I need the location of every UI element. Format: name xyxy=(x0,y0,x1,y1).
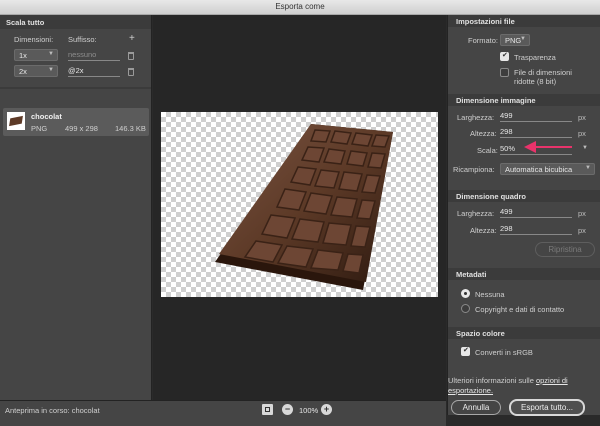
color-space-header: Spazio colore xyxy=(448,327,600,339)
asset-item-chocolat[interactable]: chocolat PNG 499 x 298 146.3 KB xyxy=(3,108,149,136)
metadata-header: Metadati xyxy=(448,268,600,280)
scale-select-2[interactable]: 2x ▼ xyxy=(14,65,58,77)
canvas-width-value: 499 xyxy=(500,207,513,216)
chevron-down-icon: ▼ xyxy=(520,36,526,42)
canvas-width-field[interactable]: 499 xyxy=(500,207,572,218)
reset-button[interactable]: Ripristina xyxy=(535,242,595,257)
preview-area xyxy=(153,15,446,400)
zoom-out-icon[interactable]: − xyxy=(282,404,293,415)
delete-scale-2-icon[interactable] xyxy=(128,68,134,76)
small-file-label-2: ridotte (8 bit) xyxy=(514,77,557,86)
chevron-down-icon: ▼ xyxy=(585,165,591,171)
format-select[interactable]: PNG ▼ xyxy=(500,34,530,46)
left-panel: Scala tutto Dimensioni: Suffisso: + 1x ▼… xyxy=(0,15,152,415)
chocolate-bar-image xyxy=(215,124,393,290)
canvas-height-field[interactable]: 298 xyxy=(500,224,572,235)
footer-bar: Anteprima in corso: chocolat − 100% + xyxy=(0,400,446,426)
scale-select-1-value: 1x xyxy=(19,51,27,60)
canvas-width-unit: px xyxy=(578,209,586,218)
metadata-copyright-radio[interactable] xyxy=(461,304,470,313)
title-bar: Esporta come xyxy=(0,0,600,15)
scale-label: Scala: xyxy=(477,146,498,155)
preview-label: Anteprima in corso: chocolat xyxy=(5,406,100,415)
image-size-header: Dimensione immagine xyxy=(448,94,600,106)
preview-canvas[interactable] xyxy=(161,112,438,297)
suffix-field-2[interactable]: @2x xyxy=(68,66,120,77)
dimensions-header: Dimensioni: xyxy=(14,35,54,44)
resample-select-value: Automatica bicubica xyxy=(505,165,573,174)
format-label: Formato: xyxy=(468,36,499,45)
chevron-down-icon: ▼ xyxy=(48,67,54,73)
scale-select-1[interactable]: 1x ▼ xyxy=(14,49,58,61)
suffix-field-1-placeholder: nessuno xyxy=(68,50,97,59)
preview-label-text: Anteprima in corso: xyxy=(5,406,70,415)
export-options-link-part2[interactable]: esportazione. xyxy=(448,386,493,395)
asset-thumbnail xyxy=(7,112,25,130)
more-info-prefix: Ulteriori informazioni sulle xyxy=(448,376,534,385)
suffix-field-2-value: @2x xyxy=(68,66,84,75)
resample-select[interactable]: Automatica bicubica ▼ xyxy=(500,163,595,175)
suffix-field-1[interactable]: nessuno xyxy=(68,50,120,61)
suffix-header: Suffisso: xyxy=(68,35,97,44)
metadata-none-label: Nessuna xyxy=(475,290,505,299)
transparency-checkbox[interactable] xyxy=(500,51,509,61)
zoom-level: 100% xyxy=(299,406,319,415)
canvas-size-header: Dimensione quadro xyxy=(448,190,600,202)
metadata-copyright-label: Copyright e dati di contatto xyxy=(475,305,565,314)
image-width-field[interactable]: 499 xyxy=(500,111,572,122)
resample-label: Ricampiona: xyxy=(453,165,495,174)
canvas-height-unit: px xyxy=(578,226,586,235)
export-all-button[interactable]: Esporta tutto... xyxy=(509,399,585,416)
divider xyxy=(0,87,151,89)
transparency-label: Trasparenza xyxy=(514,53,556,62)
canvas-width-label: Larghezza: xyxy=(457,209,495,218)
file-settings-header: Impostazioni file xyxy=(448,15,600,27)
scale-select-2-value: 2x xyxy=(19,67,27,76)
canvas-height-value: 298 xyxy=(500,224,513,233)
cancel-button[interactable]: Annulla xyxy=(451,400,501,415)
small-file-label-1: File di dimensioni xyxy=(514,68,572,77)
chevron-down-icon: ▼ xyxy=(48,51,54,57)
asset-filesize: 146.3 KB xyxy=(115,124,146,133)
convert-srgb-label: Converti in sRGB xyxy=(475,348,533,357)
fit-view-icon[interactable] xyxy=(262,404,273,415)
chevron-down-icon[interactable]: ▼ xyxy=(582,145,588,151)
add-scale-button[interactable]: + xyxy=(129,33,135,44)
small-file-checkbox[interactable] xyxy=(500,68,509,77)
more-info-text: Ulteriori informazioni sulle opzioni di xyxy=(448,376,568,385)
asset-format: PNG xyxy=(31,124,48,133)
image-height-field[interactable]: 298 xyxy=(500,127,572,138)
format-select-value: PNG xyxy=(505,36,522,45)
image-width-label: Larghezza: xyxy=(457,113,495,122)
export-options-link-part1[interactable]: opzioni di xyxy=(536,376,568,385)
metadata-none-radio[interactable] xyxy=(461,289,470,298)
scale-all-header: Scala tutto xyxy=(0,15,151,29)
delete-scale-1-icon[interactable] xyxy=(128,52,134,60)
image-height-label: Altezza: xyxy=(470,129,497,138)
window-title: Esporta come xyxy=(275,2,325,11)
canvas-height-label: Altezza: xyxy=(470,226,497,235)
zoom-in-icon[interactable]: + xyxy=(321,404,332,415)
image-width-value: 499 xyxy=(500,111,513,120)
preview-name: chocolat xyxy=(71,406,100,415)
image-height-value: 298 xyxy=(500,127,513,136)
asset-name: chocolat xyxy=(31,112,62,121)
image-height-unit: px xyxy=(578,129,586,138)
convert-srgb-checkbox[interactable] xyxy=(461,346,470,356)
annotation-arrow-icon xyxy=(524,141,572,153)
scale-value: 50% xyxy=(500,144,516,153)
asset-size: 499 x 298 xyxy=(65,124,98,133)
more-info-text-line2: esportazione. xyxy=(448,386,493,395)
right-panel: Impostazioni file Formato: PNG ▼ Traspar… xyxy=(447,15,600,415)
image-width-unit: px xyxy=(578,113,586,122)
